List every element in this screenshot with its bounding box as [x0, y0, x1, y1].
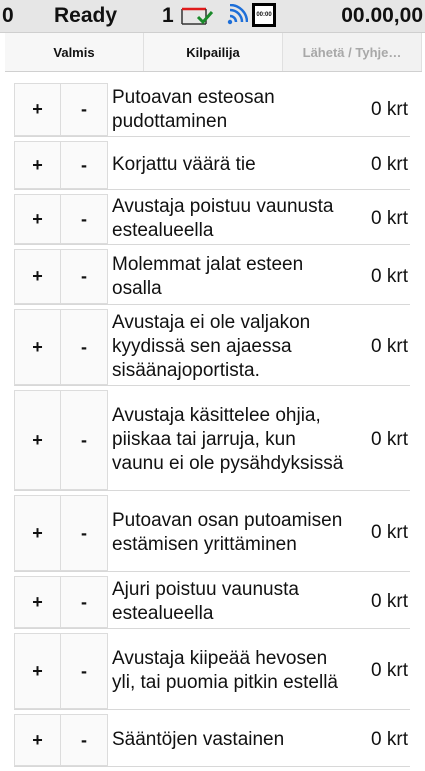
penalty-count: 0 krt [371, 208, 408, 229]
clock-icon: 00:00 [252, 3, 276, 27]
increment-button[interactable]: + [14, 141, 61, 189]
list-item: + - Putoavan osan putoamisen estämisen y… [14, 495, 410, 572]
decrement-button[interactable]: - [61, 390, 108, 490]
status-state: Ready [54, 4, 118, 27]
status-number: 1 [162, 4, 174, 27]
penalty-label: Avustaja kiipeää hevosen yli, tai puomia… [112, 648, 338, 693]
elapsed-time: 00.00,00 [341, 4, 423, 27]
increment-button[interactable]: + [14, 309, 61, 385]
penalty-label: Sääntöjen vastainen [112, 729, 285, 750]
decrement-button[interactable]: - [61, 309, 108, 385]
increment-button[interactable]: + [14, 249, 61, 304]
list-item: + - Putoavan esteosan pudottaminen 0 krt [14, 83, 410, 137]
penalty-label: Avustaja käsittelee ohjia, piiskaa tai j… [112, 405, 344, 474]
tab-laheta-tyhjenna[interactable]: Lähetä / Tyhje… [283, 33, 422, 71]
check-icon [196, 10, 214, 24]
penalty-label: Putoavan esteosan pudottaminen [112, 86, 275, 132]
list-item: + - Avustaja ei ole valjakon kyydissä se… [14, 309, 410, 386]
list-item: + - Avustaja käsittelee ohjia, piiskaa t… [14, 390, 410, 491]
decrement-button[interactable]: - [61, 194, 108, 244]
penalty-label: Ajuri poistuu vaunusta estealueella [112, 579, 299, 624]
penalty-label: Avustaja ei ole valjakon kyydissä sen aj… [112, 312, 311, 381]
penalty-list: + - Putoavan esteosan pudottaminen 0 krt… [14, 83, 410, 771]
penalty-label: Avustaja poistuu vaunusta estealueella [112, 196, 334, 241]
penalty-label: Korjattu väärä tie [112, 154, 256, 175]
penalty-count: 0 krt [371, 429, 408, 450]
penalty-count: 0 krt [371, 522, 408, 543]
decrement-button[interactable]: - [61, 495, 108, 571]
increment-button[interactable]: + [14, 576, 61, 628]
list-item: + - Ajuri poistuu vaunusta estealueella … [14, 576, 410, 629]
decrement-button[interactable]: - [61, 633, 108, 709]
increment-button[interactable]: + [14, 390, 61, 490]
decrement-button[interactable]: - [61, 83, 108, 136]
tab-valmis[interactable]: Valmis [5, 33, 144, 71]
penalty-count: 0 krt [371, 591, 408, 612]
penalty-count: 0 krt [371, 154, 408, 175]
increment-button[interactable]: + [14, 633, 61, 709]
list-item: + - Avustaja poistuu vaunusta estealueel… [14, 194, 410, 245]
decrement-button[interactable]: - [61, 141, 108, 189]
increment-button[interactable]: + [14, 714, 61, 766]
clock-icon-text: 00:00 [256, 12, 272, 18]
increment-button[interactable]: + [14, 83, 61, 136]
decrement-button[interactable]: - [61, 249, 108, 304]
wifi-icon [227, 4, 248, 25]
penalty-count: 0 krt [371, 265, 408, 287]
decrement-button[interactable]: - [61, 714, 108, 766]
status-counter: 0 [2, 4, 14, 27]
penalty-label: Molemmat jalat esteen osalla [112, 253, 304, 299]
list-item: + - Avustaja kiipeää hevosen yli, tai pu… [14, 633, 410, 710]
tab-kilpailija[interactable]: Kilpailija [144, 33, 283, 71]
list-item: + - Korjattu väärä tie 0 krt [14, 141, 410, 190]
list-item: + - Sääntöjen vastainen 0 krt [14, 714, 410, 767]
status-bar: 0 Ready 1 00:00 00.00,00 [0, 0, 425, 33]
decrement-button[interactable]: - [61, 576, 108, 628]
penalty-count: 0 krt [371, 660, 408, 681]
tab-bar: Valmis Kilpailija Lähetä / Tyhje… [5, 33, 422, 72]
penalty-count: 0 krt [371, 98, 408, 120]
increment-button[interactable]: + [14, 495, 61, 571]
increment-button[interactable]: + [14, 194, 61, 244]
penalty-count: 0 krt [371, 336, 408, 357]
penalty-count: 0 krt [371, 729, 408, 750]
list-item: + - Molemmat jalat esteen osalla 0 krt [14, 249, 410, 305]
penalty-label: Putoavan osan putoamisen estämisen yritt… [112, 510, 343, 555]
